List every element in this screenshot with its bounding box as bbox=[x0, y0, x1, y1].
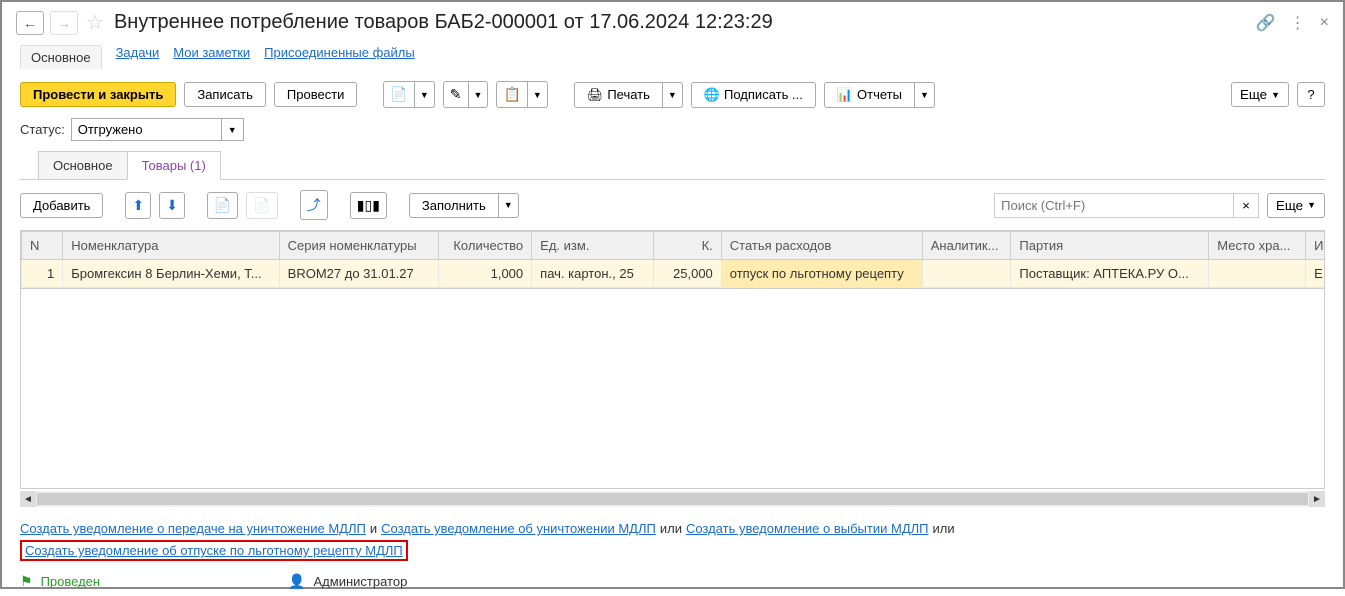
reports-button[interactable]: 📊 Отчеты bbox=[824, 82, 915, 108]
print-drop[interactable]: ▼ bbox=[663, 82, 683, 108]
th-k[interactable]: К. bbox=[653, 232, 721, 260]
status-drop[interactable]: ▼ bbox=[221, 118, 244, 141]
scroll-right-icon[interactable]: ► bbox=[1309, 491, 1325, 507]
link-disposal[interactable]: Создать уведомление о выбытии МДЛП bbox=[686, 521, 929, 536]
add-button[interactable]: Добавить bbox=[20, 193, 103, 218]
user-label: Администратор bbox=[314, 574, 408, 589]
help-button[interactable]: ? bbox=[1297, 82, 1325, 107]
cell-unit: пач. картон., 25 bbox=[532, 260, 654, 288]
tab-main[interactable]: Основное bbox=[20, 45, 102, 69]
table-header-row: N Номенклатура Серия номенклатуры Количе… bbox=[22, 232, 1326, 260]
dt-kt-button[interactable]: 📄 bbox=[383, 81, 414, 108]
table-row[interactable]: 1 Бромгексин 8 Берлин-Хеми, Т... BROM27 … bbox=[22, 260, 1326, 288]
th-analytics[interactable]: Аналитик... bbox=[922, 232, 1011, 260]
dt-kt-drop[interactable]: ▼ bbox=[415, 81, 435, 108]
table-empty-area[interactable] bbox=[20, 289, 1325, 489]
move-down-button[interactable]: ⬇ bbox=[159, 192, 185, 219]
link-destroy-transfer[interactable]: Создать уведомление о передаче на уничто… bbox=[20, 521, 366, 536]
cell-party: Поставщик: АПТЕКА.РУ О... bbox=[1011, 260, 1209, 288]
cell-k: 25,000 bbox=[653, 260, 721, 288]
scroll-thumb[interactable] bbox=[37, 493, 1308, 505]
cell-storage bbox=[1209, 260, 1306, 288]
cell-nomenclature: Бромгексин 8 Берлин-Хеми, Т... bbox=[63, 260, 279, 288]
tab-files[interactable]: Присоединенные файлы bbox=[264, 45, 415, 69]
tab-notes[interactable]: Мои заметки bbox=[173, 45, 250, 69]
link-icon[interactable]: 🔗 bbox=[1256, 13, 1276, 33]
page-title: Внутреннее потребление товаров БАБ2-0000… bbox=[114, 11, 773, 34]
search-input[interactable] bbox=[994, 193, 1234, 218]
th-nomenclature[interactable]: Номенклатура bbox=[63, 232, 279, 260]
main-toolbar: Провести и закрыть Записать Провести 📄▼ … bbox=[2, 77, 1343, 118]
content-tabs: Основное Товары (1) bbox=[20, 151, 1325, 180]
favorite-icon[interactable]: ☆ bbox=[86, 10, 104, 35]
header: ← → ☆ Внутреннее потребление товаров БАБ… bbox=[2, 2, 1343, 41]
cell-n: 1 bbox=[22, 260, 63, 288]
table-toolbar: Добавить ⬆ ⬇ 📄 📄 ⤴ ▮▯▮ Заполнить▼ × Еще … bbox=[2, 180, 1343, 230]
status-select[interactable] bbox=[71, 118, 221, 141]
posted-label: Проведен bbox=[41, 574, 101, 589]
link-destroy[interactable]: Создать уведомление об уничтожении МДЛП bbox=[381, 521, 656, 536]
more-button[interactable]: Еще ▼ bbox=[1231, 82, 1289, 107]
th-storage[interactable]: Место хра... bbox=[1209, 232, 1306, 260]
kebab-icon[interactable]: ⋮ bbox=[1290, 13, 1306, 33]
post-close-button[interactable]: Провести и закрыть bbox=[20, 82, 176, 107]
copy-button[interactable]: 📄 bbox=[207, 192, 238, 219]
horizontal-scrollbar[interactable]: ◄ ► bbox=[20, 491, 1325, 507]
barcode-button[interactable]: ▮▯▮ bbox=[350, 192, 387, 219]
status-label: Статус: bbox=[20, 122, 65, 137]
table-more-button[interactable]: Еще ▼ bbox=[1267, 193, 1325, 218]
footer: ⚑ Проведен 👤 Администратор bbox=[2, 567, 1343, 596]
table: N Номенклатура Серия номенклатуры Количе… bbox=[20, 230, 1325, 289]
fill-button[interactable]: Заполнить bbox=[409, 193, 499, 218]
th-unit[interactable]: Ед. изм. bbox=[532, 232, 654, 260]
th-last[interactable]: И bbox=[1306, 232, 1325, 260]
cell-series: BROM27 до 31.01.27 bbox=[279, 260, 439, 288]
post-button[interactable]: Провести bbox=[274, 82, 358, 107]
doc-button[interactable]: 📋 bbox=[496, 81, 527, 108]
th-party[interactable]: Партия bbox=[1011, 232, 1209, 260]
cell-expense: отпуск по льготному рецепту bbox=[721, 260, 922, 288]
highlight-drop[interactable]: ▼ bbox=[469, 81, 489, 108]
print-button[interactable]: 🖨 Печать bbox=[574, 82, 663, 108]
user-icon: 👤 bbox=[288, 573, 305, 590]
close-icon[interactable]: × bbox=[1320, 14, 1329, 32]
th-qty[interactable]: Количество bbox=[439, 232, 532, 260]
share-button[interactable]: ⤴ bbox=[300, 190, 328, 220]
th-n[interactable]: N bbox=[22, 232, 63, 260]
doc-drop[interactable]: ▼ bbox=[528, 81, 548, 108]
tab-tasks[interactable]: Задачи bbox=[116, 45, 160, 69]
sign-button[interactable]: 🌐 Подписать ... bbox=[691, 82, 816, 108]
nav-tabs: Основное Задачи Мои заметки Присоединенн… bbox=[2, 41, 1343, 77]
fill-drop[interactable]: ▼ bbox=[499, 193, 519, 218]
reports-drop[interactable]: ▼ bbox=[915, 82, 935, 108]
back-button[interactable]: ← bbox=[16, 11, 44, 35]
paste-button[interactable]: 📄 bbox=[246, 192, 277, 219]
search-clear[interactable]: × bbox=[1234, 193, 1259, 218]
cell-qty: 1,000 bbox=[439, 260, 532, 288]
move-up-button[interactable]: ⬆ bbox=[125, 192, 151, 219]
link-benefit-prescription[interactable]: Создать уведомление об отпуске по льготн… bbox=[25, 543, 403, 558]
save-button[interactable]: Записать bbox=[184, 82, 266, 107]
tab2-main[interactable]: Основное bbox=[38, 151, 128, 179]
posted-icon: ⚑ bbox=[20, 573, 33, 590]
scroll-left-icon[interactable]: ◄ bbox=[20, 491, 36, 507]
highlight-button[interactable]: ✎ bbox=[443, 81, 469, 108]
cell-analytics bbox=[922, 260, 1011, 288]
th-expense[interactable]: Статья расходов bbox=[721, 232, 922, 260]
status-row: Статус: ▼ bbox=[2, 118, 1343, 151]
mdlp-links: Создать уведомление о передаче на уничто… bbox=[2, 517, 1343, 567]
forward-button[interactable]: → bbox=[50, 11, 78, 35]
tab2-goods[interactable]: Товары (1) bbox=[127, 151, 221, 180]
th-series[interactable]: Серия номенклатуры bbox=[279, 232, 439, 260]
cell-last: Е bbox=[1306, 260, 1325, 288]
